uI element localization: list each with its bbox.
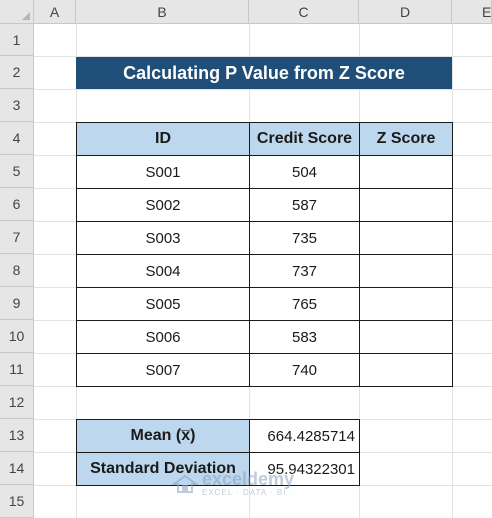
column-header-a[interactable]: A <box>34 0 76 24</box>
row-header[interactable]: 12 <box>0 386 34 419</box>
mean-value-cell[interactable]: 664.4285714 <box>249 419 360 453</box>
row-header[interactable]: 2 <box>0 56 34 89</box>
credit-score-cell[interactable]: 740 <box>249 353 360 387</box>
table-row: S003 735 <box>76 221 453 255</box>
credit-score-cell[interactable]: 583 <box>249 320 360 354</box>
watermark-text: exceldemy EXCEL · DATA · BI <box>202 470 294 497</box>
id-cell[interactable]: S001 <box>76 155 250 189</box>
column-header-c[interactable]: C <box>249 0 359 24</box>
z-score-cell[interactable] <box>359 155 453 189</box>
row-header[interactable]: 1 <box>0 24 34 56</box>
row-header[interactable]: 14 <box>0 452 34 485</box>
row-header[interactable]: 13 <box>0 419 34 452</box>
spreadsheet: A B C D E 1 2 3 4 5 6 7 8 9 10 11 12 13 … <box>0 0 492 518</box>
row-header[interactable]: 9 <box>0 287 34 320</box>
column-header-b[interactable]: B <box>76 0 249 24</box>
header-cell-z-score[interactable]: Z Score <box>359 122 453 156</box>
id-cell[interactable]: S002 <box>76 188 250 222</box>
mean-label-cell[interactable]: Mean (x̅) <box>76 419 250 453</box>
header-cell-credit-score[interactable]: Credit Score <box>249 122 360 156</box>
exceldemy-logo-icon <box>172 474 198 493</box>
select-all-button[interactable] <box>0 0 34 24</box>
id-cell[interactable]: S007 <box>76 353 250 387</box>
table-row: S006 583 <box>76 320 453 354</box>
z-score-cell[interactable] <box>359 254 453 288</box>
table-row: S005 765 <box>76 287 453 321</box>
row-header[interactable]: 6 <box>0 188 34 221</box>
credit-score-cell[interactable]: 587 <box>249 188 360 222</box>
id-cell[interactable]: S003 <box>76 221 250 255</box>
z-score-cell[interactable] <box>359 353 453 387</box>
credit-score-cell[interactable]: 504 <box>249 155 360 189</box>
sheet-title-cell[interactable]: Calculating P Value from Z Score <box>76 57 452 89</box>
gridline <box>34 89 492 90</box>
row-header[interactable]: 3 <box>0 89 34 122</box>
row-header[interactable]: 5 <box>0 155 34 188</box>
z-score-cell[interactable] <box>359 221 453 255</box>
z-score-cell[interactable] <box>359 287 453 321</box>
watermark-name: exceldemy <box>202 469 295 489</box>
table-header-row: ID Credit Score Z Score <box>76 122 453 156</box>
table-row: S001 504 <box>76 155 453 189</box>
id-cell[interactable]: S004 <box>76 254 250 288</box>
column-header-d[interactable]: D <box>359 0 452 24</box>
credit-score-cell[interactable]: 735 <box>249 221 360 255</box>
watermark-logo: exceldemy EXCEL · DATA · BI <box>172 470 294 497</box>
watermark-tagline: EXCEL · DATA · BI <box>202 488 287 497</box>
table-row: S007 740 <box>76 353 453 387</box>
table-row: S002 587 <box>76 188 453 222</box>
row-header[interactable]: 4 <box>0 122 34 155</box>
column-header-e[interactable]: E <box>452 0 492 24</box>
row-header[interactable]: 7 <box>0 221 34 254</box>
credit-score-table: ID Credit Score Z Score S001 504 S002 58… <box>76 122 453 387</box>
row-header[interactable]: 11 <box>0 353 34 386</box>
row-header[interactable]: 15 <box>0 485 34 518</box>
header-cell-id[interactable]: ID <box>76 122 250 156</box>
id-cell[interactable]: S005 <box>76 287 250 321</box>
row-header[interactable]: 10 <box>0 320 34 353</box>
credit-score-cell[interactable]: 737 <box>249 254 360 288</box>
credit-score-cell[interactable]: 765 <box>249 287 360 321</box>
row-header[interactable]: 8 <box>0 254 34 287</box>
z-score-cell[interactable] <box>359 188 453 222</box>
mean-row: Mean (x̅) 664.4285714 <box>76 419 360 453</box>
z-score-cell[interactable] <box>359 320 453 354</box>
table-row: S004 737 <box>76 254 453 288</box>
id-cell[interactable]: S006 <box>76 320 250 354</box>
